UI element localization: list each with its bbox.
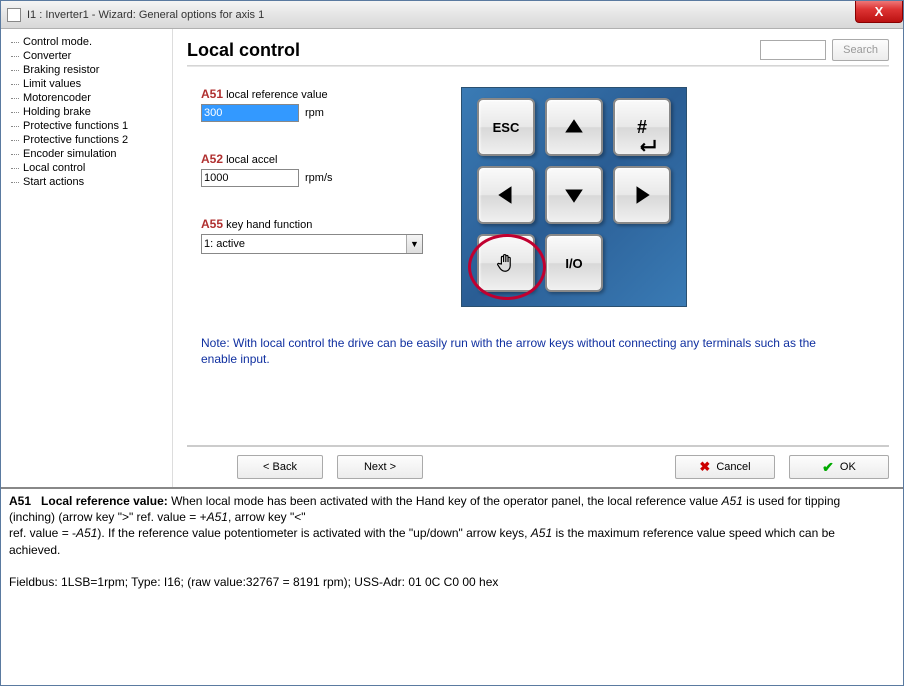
a55-code: A55 [201,217,223,231]
a51-desc: local reference value [226,89,328,101]
tree-item-protective-2[interactable]: Protective functions 2 [11,133,168,147]
key-io[interactable]: I/O [545,234,603,292]
tree-item-limit-values[interactable]: Limit values [11,77,168,91]
param-a51: A51 local reference value rpm [201,87,433,122]
a51-unit: rpm [305,107,324,119]
cancel-button[interactable]: ✖ Cancel [675,455,775,479]
wizard-tree: Control mode. Converter Braking resistor… [1,29,173,487]
app-icon [7,8,21,22]
next-button[interactable]: Next > [337,455,423,479]
hand-icon [495,252,517,274]
help-title: Local reference value: [41,494,168,508]
arrow-down-icon [563,184,585,206]
arrow-right-icon [631,184,653,206]
divider [187,65,889,67]
key-down[interactable] [545,166,603,224]
a51-code: A51 [201,87,223,101]
tree-item-local-control[interactable]: Local control [11,161,168,175]
a52-code: A52 [201,152,223,166]
page-title: Local control [187,40,300,61]
window-title: I1 : Inverter1 - Wizard: General options… [27,9,264,21]
help-code: A51 [9,494,31,508]
arrow-up-icon [563,116,585,138]
search-input[interactable] [760,40,826,60]
close-button[interactable]: X [855,1,903,23]
key-hand[interactable] [477,234,535,292]
tree-item-protective-1[interactable]: Protective functions 1 [11,119,168,133]
ok-button[interactable]: ✔ OK [789,455,889,479]
search-button[interactable]: Search [832,39,889,61]
ok-label: OK [840,461,856,473]
tree-item-start-actions[interactable]: Start actions [11,175,168,189]
cancel-label: Cancel [716,461,750,473]
a52-input[interactable] [201,169,299,187]
tree-item-encoder-simulation[interactable]: Encoder simulation [11,147,168,161]
tree-item-motorencoder[interactable]: Motorencoder [11,91,168,105]
help-pane[interactable]: A51 Local reference value: When local mo… [1,489,903,685]
key-right[interactable] [613,166,671,224]
a52-desc: local accel [226,154,277,166]
a55-combo[interactable] [201,234,423,254]
key-left[interactable] [477,166,535,224]
key-hash[interactable]: # [613,98,671,156]
a52-unit: rpm/s [305,172,333,184]
tree-item-holding-brake[interactable]: Holding brake [11,105,168,119]
param-a55: A55 key hand function ▼ [201,217,433,254]
note-text: Note: With local control the drive can b… [187,335,889,367]
ok-icon: ✔ [822,459,834,476]
help-fieldbus: Fieldbus: 1LSB=1rpm; Type: I16; (raw val… [9,575,498,589]
arrow-left-icon [495,184,517,206]
key-hash-label: # [637,117,647,137]
param-a52: A52 local accel rpm/s [201,152,433,187]
titlebar: I1 : Inverter1 - Wizard: General options… [1,1,903,29]
key-esc-label: ESC [493,120,520,135]
tree-item-control-mode[interactable]: Control mode. [11,35,168,49]
key-up[interactable] [545,98,603,156]
key-io-label: I/O [565,256,582,271]
a55-desc: key hand function [226,219,312,231]
a51-input[interactable] [201,104,299,122]
keypad-panel: ESC # [461,87,687,307]
key-esc[interactable]: ESC [477,98,535,156]
close-icon: X [875,4,884,19]
back-button[interactable]: < Back [237,455,323,479]
tree-item-converter[interactable]: Converter [11,49,168,63]
enter-icon [635,135,657,157]
cancel-icon: ✖ [699,459,710,475]
tree-item-braking-resistor[interactable]: Braking resistor [11,63,168,77]
